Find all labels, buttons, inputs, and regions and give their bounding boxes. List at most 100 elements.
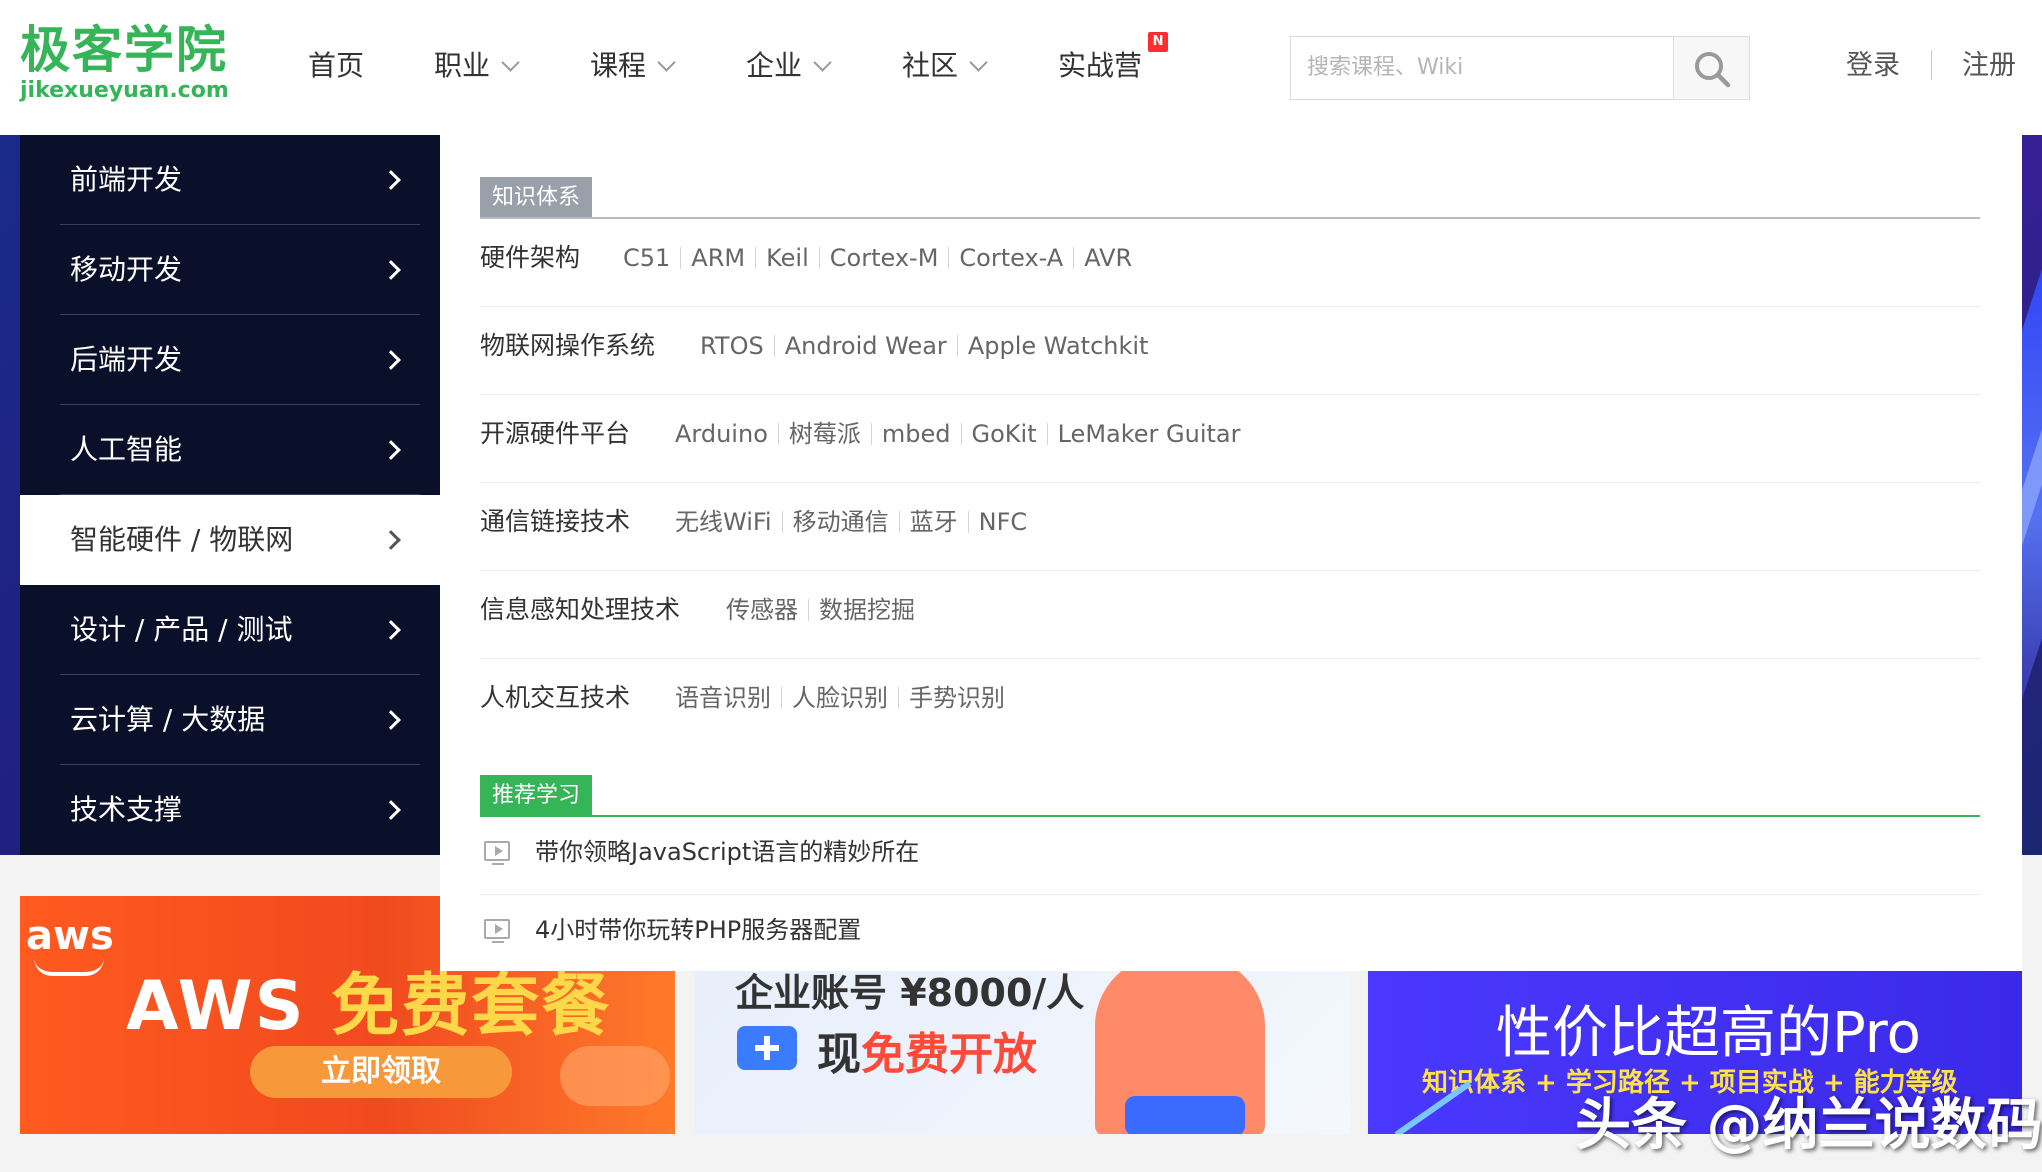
nav-item-enterprise[interactable]: 企业	[746, 44, 832, 88]
chevron-right-icon	[381, 620, 401, 640]
link-separator	[898, 687, 899, 709]
nav-item-career[interactable]: 职业	[434, 44, 520, 88]
knowledge-link[interactable]: Keil	[766, 244, 809, 272]
knowledge-link[interactable]: Cortex-A	[959, 244, 1063, 272]
knowledge-category: 开源硬件平台	[480, 419, 631, 448]
link-separator	[967, 511, 969, 533]
knowledge-row: 物联网操作系统 RTOS Android Wear Apple Watchkit	[480, 307, 1980, 395]
sidebar-item-mobile[interactable]: 移动开发	[20, 225, 440, 315]
recommend-title: 带你领略JavaScript语言的精妙所在	[535, 838, 920, 866]
search-icon	[1695, 52, 1731, 88]
section-header-recommend: 推荐学习	[480, 775, 1980, 817]
knowledge-category: 人机交互技术	[480, 683, 631, 712]
knowledge-row: 信息感知处理技术 传感器 数据挖掘	[480, 571, 1980, 659]
site-header: 极客学院 jikexueyuan.com 首页 职业 课程 企业 社区 实战营 …	[0, 0, 2042, 135]
knowledge-links: 语音识别 人脸识别 手势识别	[675, 659, 1005, 737]
video-icon-stand	[492, 941, 504, 943]
sidebar-item-cloud[interactable]: 云计算 / 大数据	[20, 675, 440, 765]
video-icon-stand	[492, 863, 504, 865]
knowledge-links: Arduino 树莓派 mbed GoKit LeMaker Guitar	[675, 395, 1241, 473]
search-input[interactable]	[1291, 37, 1673, 98]
knowledge-link[interactable]: NFC	[979, 508, 1028, 536]
logo-text-cn: 极客学院	[20, 21, 228, 79]
knowledge-row: 人机交互技术 语音识别 人脸识别 手势识别	[480, 659, 1980, 747]
knowledge-row: 通信链接技术 无线WiFi 移动通信 蓝牙 NFC	[480, 483, 1980, 571]
knowledge-link[interactable]: GoKit	[972, 420, 1037, 448]
register-link[interactable]: 注册	[1962, 46, 2016, 86]
link-separator	[956, 335, 958, 357]
knowledge-link[interactable]: 数据挖掘	[819, 596, 915, 624]
knowledge-link[interactable]: 手势识别	[909, 684, 1005, 712]
plus-icon	[737, 1026, 797, 1070]
sidebar-item-ai[interactable]: 人工智能	[20, 405, 440, 495]
aws-logo: aws	[26, 913, 114, 959]
knowledge-links: C51 ARM Keil Cortex-M Cortex-A AVR	[623, 219, 1132, 297]
sidebar-item-label: 前端开发	[70, 163, 183, 196]
category-dropdown-panel: 知识体系 硬件架构 C51 ARM Keil Cortex-M Cortex-A AVR …	[440, 135, 2022, 971]
chevron-down-icon	[813, 53, 832, 72]
login-link[interactable]: 登录	[1846, 46, 1900, 86]
knowledge-row: 硬件架构 C51 ARM Keil Cortex-M Cortex-A AVR	[480, 219, 1980, 307]
chevron-right-icon	[381, 530, 401, 550]
knowledge-links: 传感器 数据挖掘	[726, 571, 915, 649]
sidebar-item-label: 设计 / 产品 / 测试	[70, 613, 293, 646]
knowledge-links: RTOS Android Wear Apple Watchkit	[700, 307, 1148, 385]
sidebar-item-design[interactable]: 设计 / 产品 / 测试	[20, 585, 440, 675]
search-button[interactable]	[1673, 37, 1749, 98]
knowledge-link[interactable]: 移动通信	[793, 508, 889, 536]
sidebar-item-label: 智能硬件 / 物联网	[70, 523, 294, 556]
knowledge-category: 物联网操作系统	[480, 331, 656, 360]
chevron-right-icon	[381, 170, 401, 190]
nav-item-bootcamp[interactable]: 实战营 N	[1058, 32, 1169, 88]
nav-item-label: 首页	[308, 49, 365, 82]
knowledge-link[interactable]: RTOS	[700, 332, 764, 360]
knowledge-link[interactable]: C51	[623, 244, 670, 272]
sidebar-item-backend[interactable]: 后端开发	[20, 315, 440, 405]
video-play-icon	[484, 919, 510, 939]
link-separator	[781, 511, 783, 533]
knowledge-link[interactable]: 人脸识别	[792, 684, 888, 712]
promo-title: 性价比超高的Pro	[1496, 1001, 1921, 1066]
knowledge-link[interactable]: 语音识别	[675, 684, 771, 712]
sidebar-item-frontend[interactable]: 前端开发	[20, 135, 440, 225]
site-logo[interactable]: 极客学院 jikexueyuan.com	[20, 22, 230, 102]
promo-cta-button[interactable]: 立即领取	[250, 1046, 512, 1098]
recommend-item[interactable]: 4小时带你玩转PHP服务器配置	[480, 895, 1980, 973]
nav-item-home[interactable]: 首页	[308, 44, 364, 88]
nav-item-label: 企业	[746, 49, 803, 82]
knowledge-link[interactable]: Apple Watchkit	[968, 332, 1149, 360]
knowledge-link[interactable]: 蓝牙	[910, 508, 958, 536]
nav-item-label: 课程	[590, 49, 647, 82]
sidebar-item-support[interactable]: 技术支撑	[20, 765, 440, 855]
knowledge-link[interactable]: AVR	[1084, 244, 1132, 272]
knowledge-category: 信息感知处理技术	[480, 595, 681, 624]
knowledge-link[interactable]: ARM	[691, 244, 745, 272]
link-separator	[1046, 423, 1048, 445]
nav-item-community[interactable]: 社区	[902, 44, 988, 88]
nav-item-courses[interactable]: 课程	[590, 44, 676, 88]
knowledge-link[interactable]: Android Wear	[785, 332, 947, 360]
knowledge-link[interactable]: 传感器	[726, 596, 798, 624]
video-play-icon	[484, 841, 510, 861]
sidebar-item-label: 移动开发	[70, 253, 183, 286]
nav-item-label: 实战营	[1058, 49, 1143, 82]
knowledge-link[interactable]: 树莓派	[789, 420, 861, 448]
link-separator	[777, 423, 779, 445]
knowledge-link[interactable]: Cortex-M	[830, 244, 939, 272]
promo-title: 现免费开放	[817, 1018, 1037, 1082]
link-separator	[818, 247, 820, 269]
sidebar-item-iot[interactable]: 智能硬件 / 物联网	[20, 495, 440, 585]
knowledge-link[interactable]: mbed	[882, 420, 951, 448]
knowledge-row: 开源硬件平台 Arduino 树莓派 mbed GoKit LeMaker Guitar	[480, 395, 1980, 483]
promo-title-highlight: 免费套餐	[331, 967, 612, 1046]
nav-item-label: 职业	[434, 49, 491, 82]
chevron-right-icon	[381, 710, 401, 730]
knowledge-link[interactable]: 无线WiFi	[675, 508, 772, 536]
link-separator	[781, 687, 782, 709]
sidebar-item-label: 技术支撑	[70, 793, 183, 826]
chevron-right-icon	[381, 350, 401, 370]
knowledge-link[interactable]: LeMaker Guitar	[1058, 420, 1241, 448]
recommend-item[interactable]: 带你领略JavaScript语言的精妙所在	[480, 817, 1980, 895]
knowledge-link[interactable]: Arduino	[675, 420, 768, 448]
auth-divider	[1931, 50, 1932, 80]
